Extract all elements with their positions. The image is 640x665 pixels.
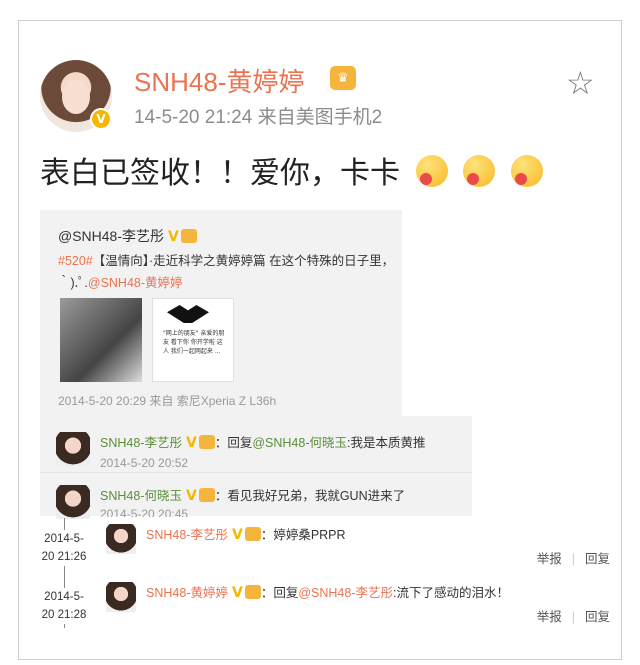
comment-time: 2014-5-20 20:52 bbox=[100, 456, 189, 470]
comment-user[interactable]: SNH48-李艺彤 bbox=[100, 436, 182, 450]
repost-text-line1: #520#【温情向】·走近科学之黄婷婷篇 在这个特殊的日子里， bbox=[58, 250, 398, 269]
verified-icon: V bbox=[168, 229, 179, 245]
reply-actions: 举报 | 回复 bbox=[536, 552, 610, 566]
emoji-icon bbox=[510, 155, 543, 187]
verified-icon: V bbox=[231, 585, 243, 601]
mention-link[interactable]: @SNH48-李艺彤 bbox=[298, 586, 393, 600]
post-meta: 14-5-20 21:24 来自美图手机2 bbox=[134, 107, 383, 128]
hashtag-link[interactable]: #520# bbox=[58, 254, 93, 268]
comment-time: 2014-5-20 20:45 bbox=[100, 507, 189, 517]
crown-icon: ♛ bbox=[330, 66, 356, 90]
avatar[interactable] bbox=[56, 432, 90, 466]
comment-item: SNH48-李艺彤 V ：回复@SNH48-何晓玉:我是本质黄推 2014-5-20… bbox=[40, 420, 472, 470]
comment-text: SNH48-李艺彤 V ：回复@SNH48-何晓玉:我是本质黄推 bbox=[100, 435, 426, 451]
repost-card[interactable]: @SNH48-李艺彤 V #520#【温情向】·走近科学之黄婷婷篇 在这个特殊的日… bbox=[40, 210, 402, 416]
post-text-content: 表白已签收！！爱你，卡卡 bbox=[40, 156, 400, 191]
reply-text: SNH48-黄婷婷 V ：回复@SNH48-李艺彤:流下了感动的泪水！ bbox=[146, 585, 509, 601]
crown-icon bbox=[198, 488, 215, 502]
report-link[interactable]: 举报 bbox=[537, 552, 562, 566]
reply-link[interactable]: 回复 bbox=[585, 610, 610, 624]
repost-meta: 2014-5-20 20:29 来自 索尼Xperia Z L36h bbox=[58, 394, 277, 408]
reply-actions: 举报 | 回复 bbox=[536, 610, 610, 624]
image-caption: "网上的朋友" 亲爱的朋友 看下你 你开学啦 这人 我们一起网起来 ... bbox=[163, 330, 225, 355]
verified-icon: V bbox=[90, 108, 112, 130]
repost-image-2[interactable]: "网上的朋友" 亲爱的朋友 看下你 你开学啦 这人 我们一起网起来 ... bbox=[152, 298, 234, 382]
crown-icon bbox=[244, 585, 261, 599]
repost-text: 【温情向】·走近科学之黄婷婷篇 在这个特殊的日子里， bbox=[92, 254, 395, 268]
avatar[interactable] bbox=[106, 524, 136, 554]
reply-item: SNH48-李艺彤 V ：婷婷桑PRPR 举报 | 回复 bbox=[100, 518, 620, 574]
verified-icon: V bbox=[231, 527, 243, 543]
repost-author[interactable]: @SNH48-李艺彤 bbox=[58, 228, 164, 244]
reply-text: SNH48-李艺彤 V ：婷婷桑PRPR bbox=[146, 527, 346, 543]
author-name[interactable]: SNH48-黄婷婷 bbox=[134, 62, 304, 99]
verified-icon: V bbox=[185, 488, 197, 504]
timeline-date: 2014-5- 20 21:26 bbox=[38, 530, 90, 566]
mention-link[interactable]: @SNH48-黄婷婷 bbox=[88, 276, 183, 290]
repost-image-1[interactable] bbox=[60, 298, 142, 382]
star-icon[interactable]: ☆ bbox=[566, 64, 595, 102]
kaomoji: ｀).ﾟ. bbox=[58, 276, 88, 290]
reply-link[interactable]: 回复 bbox=[585, 552, 610, 566]
crown-icon bbox=[244, 527, 261, 541]
comment-item: SNH48-何晓玉 V ：看见我好兄弟，我就GUN进来了 2014-5-20 20:… bbox=[40, 472, 472, 520]
report-link[interactable]: 举报 bbox=[537, 610, 562, 624]
comment-user[interactable]: SNH48-何晓玉 bbox=[100, 489, 182, 503]
repost-author-row: @SNH48-李艺彤 V bbox=[58, 226, 197, 246]
post-text: 表白已签收！！爱你，卡卡 bbox=[40, 148, 543, 192]
verified-icon: V bbox=[185, 435, 197, 451]
reply-user[interactable]: SNH48-李艺彤 bbox=[146, 528, 228, 542]
reply-user[interactable]: SNH48-黄婷婷 bbox=[146, 586, 228, 600]
mention-link[interactable]: @SNH48-何晓玉 bbox=[252, 436, 347, 450]
image-graphic bbox=[167, 305, 209, 323]
emoji-icon bbox=[415, 155, 448, 187]
comment-list: SNH48-李艺彤 V ：回复@SNH48-何晓玉:我是本质黄推 2014-5-20… bbox=[40, 416, 472, 519]
timeline-date: 2014-5- 20 21:28 bbox=[38, 588, 90, 624]
crown-icon bbox=[198, 435, 215, 449]
comment-text: SNH48-何晓玉 V ：看见我好兄弟，我就GUN进来了 bbox=[100, 488, 406, 504]
avatar[interactable] bbox=[106, 582, 136, 612]
reply-item: SNH48-黄婷婷 V ：回复@SNH48-李艺彤:流下了感动的泪水！ 举报 | 回复 bbox=[100, 576, 620, 632]
repost-text-line2: ｀).ﾟ.@SNH48-黄婷婷 bbox=[58, 272, 183, 291]
emoji-icon bbox=[463, 155, 496, 187]
crown-icon bbox=[180, 229, 197, 243]
avatar[interactable] bbox=[56, 485, 90, 519]
